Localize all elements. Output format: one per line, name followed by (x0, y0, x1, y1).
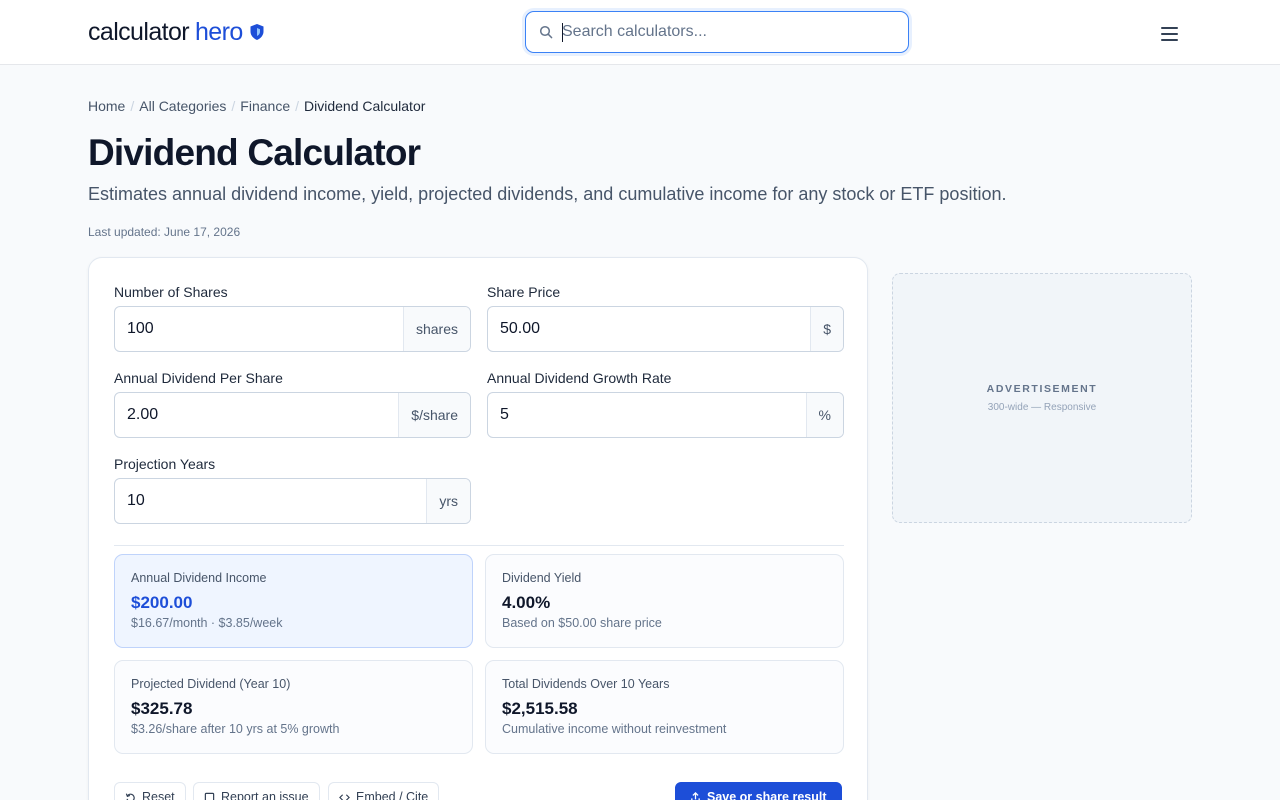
advertisement-slot: ADVERTISEMENT 300-wide — Responsive (892, 273, 1192, 523)
save-share-button[interactable]: Save or share result (675, 782, 842, 800)
shield-icon (250, 24, 264, 40)
dividend-per-share-input-group: $/share (114, 392, 471, 438)
site-header: calculator hero (0, 0, 1280, 65)
flag-icon (204, 792, 215, 800)
input-suffix: $/share (398, 393, 470, 437)
result-value: 4.00% (502, 593, 551, 612)
result-label: Projected Dividend (Year 10) (131, 677, 291, 691)
breadcrumb-current: Dividend Calculator (304, 98, 426, 114)
code-icon (339, 793, 350, 800)
result-note: Based on $50.00 share price (502, 616, 662, 630)
reset-label: Reset (142, 790, 175, 800)
breadcrumb-finance[interactable]: Finance (240, 98, 290, 114)
dividend-per-share-input[interactable] (115, 393, 399, 437)
result-annual-income: Annual Dividend Income $200.00 $16.67/mo… (114, 554, 473, 648)
report-issue-button[interactable]: Report an issue (193, 782, 320, 800)
share-price-input[interactable] (488, 307, 811, 351)
last-updated: Last updated: June 17, 2026 (88, 225, 241, 239)
page-title: Dividend Calculator (88, 132, 421, 173)
growth-rate-input-group: % (487, 392, 844, 438)
input-suffix: shares (402, 307, 470, 351)
input-suffix: $ (810, 307, 843, 351)
field-label: Number of Shares (114, 284, 228, 300)
result-total-dividends: Total Dividends Over 10 Years $2,515.58 … (485, 660, 844, 754)
field-label: Share Price (487, 284, 561, 300)
result-value: $200.00 (131, 593, 193, 612)
logo-text-primary: calculator (88, 17, 190, 46)
text-caret (562, 23, 563, 42)
result-projected-dividend: Projected Dividend (Year 10) $325.78 $3.… (114, 660, 473, 754)
growth-rate-input[interactable] (488, 393, 806, 437)
reset-icon (125, 792, 135, 800)
save-share-label: Save or share result (707, 790, 827, 800)
projection-years-input[interactable] (115, 479, 427, 523)
result-label: Dividend Yield (502, 571, 582, 585)
field-label: Projection Years (114, 456, 216, 472)
input-suffix: yrs (426, 479, 470, 523)
breadcrumb-separator: / (295, 98, 299, 114)
breadcrumb-separator: / (130, 98, 135, 114)
search-icon (539, 25, 553, 39)
breadcrumb-separator: / (231, 98, 236, 114)
page-description: Estimates annual dividend income, yield,… (88, 184, 1007, 204)
ad-title: ADVERTISEMENT (986, 383, 1098, 395)
calculator-card: Number of Shares shares Share Price $ An… (88, 257, 868, 800)
result-note: $16.67/month · $3.85/week (131, 616, 283, 630)
result-value: $325.78 (131, 699, 193, 718)
shares-input[interactable] (115, 307, 403, 351)
search-input[interactable] (562, 18, 892, 46)
ad-subtitle: 300-wide — Responsive (987, 402, 1097, 413)
result-note: $3.26/share after 10 yrs at 5% growth (131, 722, 340, 736)
result-label: Annual Dividend Income (131, 571, 267, 585)
search-box[interactable] (525, 11, 909, 53)
input-suffix: % (805, 393, 843, 437)
projection-years-input-group: yrs (114, 478, 471, 524)
field-label: Annual Dividend Growth Rate (487, 370, 672, 386)
site-logo[interactable]: calculator hero (88, 17, 265, 47)
breadcrumb-home[interactable]: Home (88, 98, 125, 114)
breadcrumb: Home / All Categories / Finance / Divide… (88, 98, 425, 114)
report-issue-label: Report an issue (221, 790, 309, 800)
result-note: Cumulative income without reinvestment (502, 722, 727, 736)
result-label: Total Dividends Over 10 Years (502, 677, 670, 691)
section-divider (114, 545, 844, 546)
result-value: $2,515.58 (502, 699, 578, 718)
breadcrumb-all-categories[interactable]: All Categories (139, 98, 226, 114)
menu-icon[interactable] (1158, 24, 1182, 44)
share-icon (691, 791, 700, 800)
share-price-input-group: $ (487, 306, 844, 352)
logo-text-accent: hero (195, 17, 243, 46)
field-label: Annual Dividend Per Share (114, 370, 283, 386)
result-dividend-yield: Dividend Yield 4.00% Based on $50.00 sha… (485, 554, 844, 648)
embed-cite-button[interactable]: Embed / Cite (328, 782, 440, 800)
shares-input-group: shares (114, 306, 471, 352)
reset-button[interactable]: Reset (114, 782, 186, 800)
embed-cite-label: Embed / Cite (356, 790, 429, 800)
